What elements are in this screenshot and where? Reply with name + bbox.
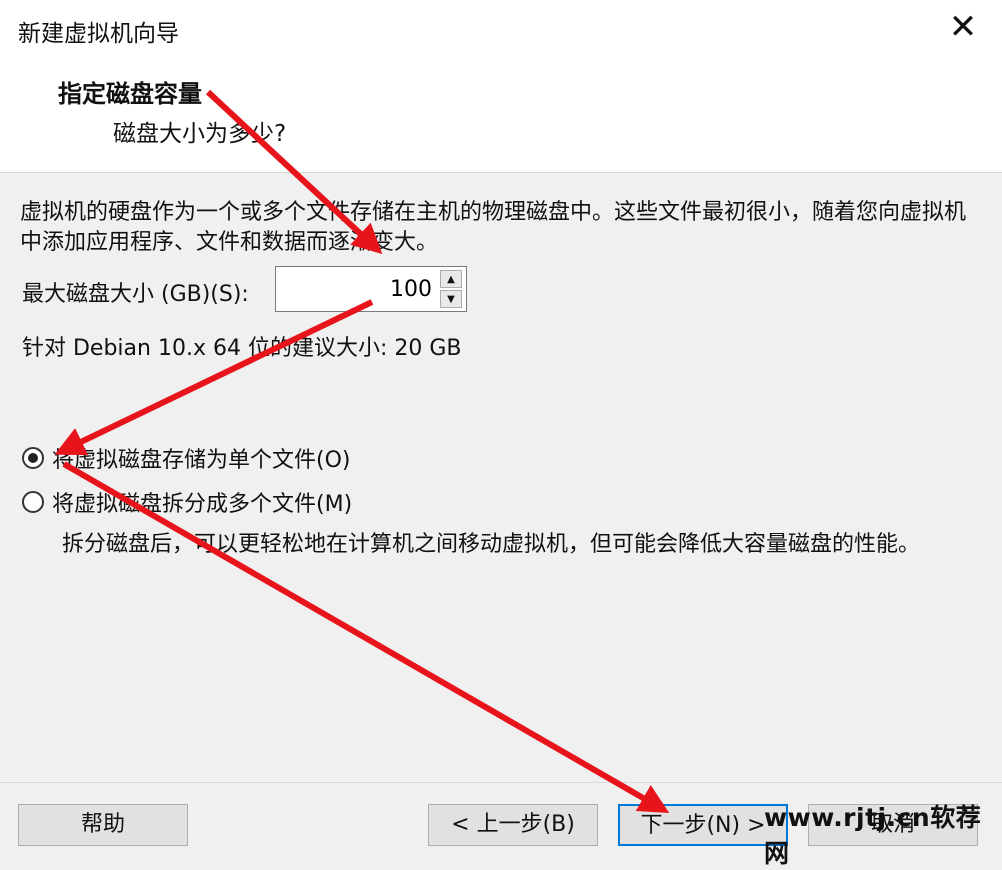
radio-split-files[interactable]: 将虚拟磁盘拆分成多个文件(M): [22, 486, 352, 518]
radio-split-files-label: 将虚拟磁盘拆分成多个文件(M): [52, 492, 353, 517]
stepper-down-icon[interactable]: ▼: [440, 290, 462, 308]
back-button[interactable]: < 上一步(B): [428, 804, 598, 846]
window-title: 新建虚拟机向导: [18, 21, 179, 47]
watermark: www.rjtj.cn软荐网: [764, 803, 982, 868]
disk-size-stepper[interactable]: ▲ ▼: [275, 266, 467, 312]
radio-button-checked[interactable]: [22, 447, 44, 469]
next-button[interactable]: 下一步(N) >: [618, 804, 788, 846]
stepper-buttons: ▲ ▼: [440, 270, 464, 308]
recommended-size-text: 针对 Debian 10.x 64 位的建议大小: 20 GB: [22, 336, 462, 361]
help-button[interactable]: 帮助: [18, 804, 188, 846]
footer-divider: [0, 782, 1002, 783]
page-title: 指定磁盘容量: [58, 80, 202, 108]
disk-size-input[interactable]: [280, 267, 436, 311]
radio-single-file-label: 将虚拟磁盘存储为单个文件(O): [52, 448, 351, 473]
max-disk-size-label: 最大磁盘大小 (GB)(S):: [22, 282, 249, 307]
split-description: 拆分磁盘后，可以更轻松地在计算机之间移动虚拟机，但可能会降低大容量磁盘的性能。: [62, 532, 921, 557]
stepper-up-icon[interactable]: ▲: [440, 270, 462, 288]
page-subtitle: 磁盘大小为多少?: [113, 121, 287, 147]
radio-button-unchecked[interactable]: [22, 491, 44, 513]
radio-single-file[interactable]: 将虚拟磁盘存储为单个文件(O): [22, 442, 350, 474]
wizard-header: 新建虚拟机向导 ✕ 指定磁盘容量 磁盘大小为多少?: [0, 0, 1002, 173]
close-icon[interactable]: ✕: [942, 6, 984, 48]
arrow-to-single-file-radio: [54, 299, 374, 456]
disk-description: 虚拟机的硬盘作为一个或多个文件存储在主机的物理磁盘中。这些文件最初很小，随着您向…: [20, 200, 967, 255]
